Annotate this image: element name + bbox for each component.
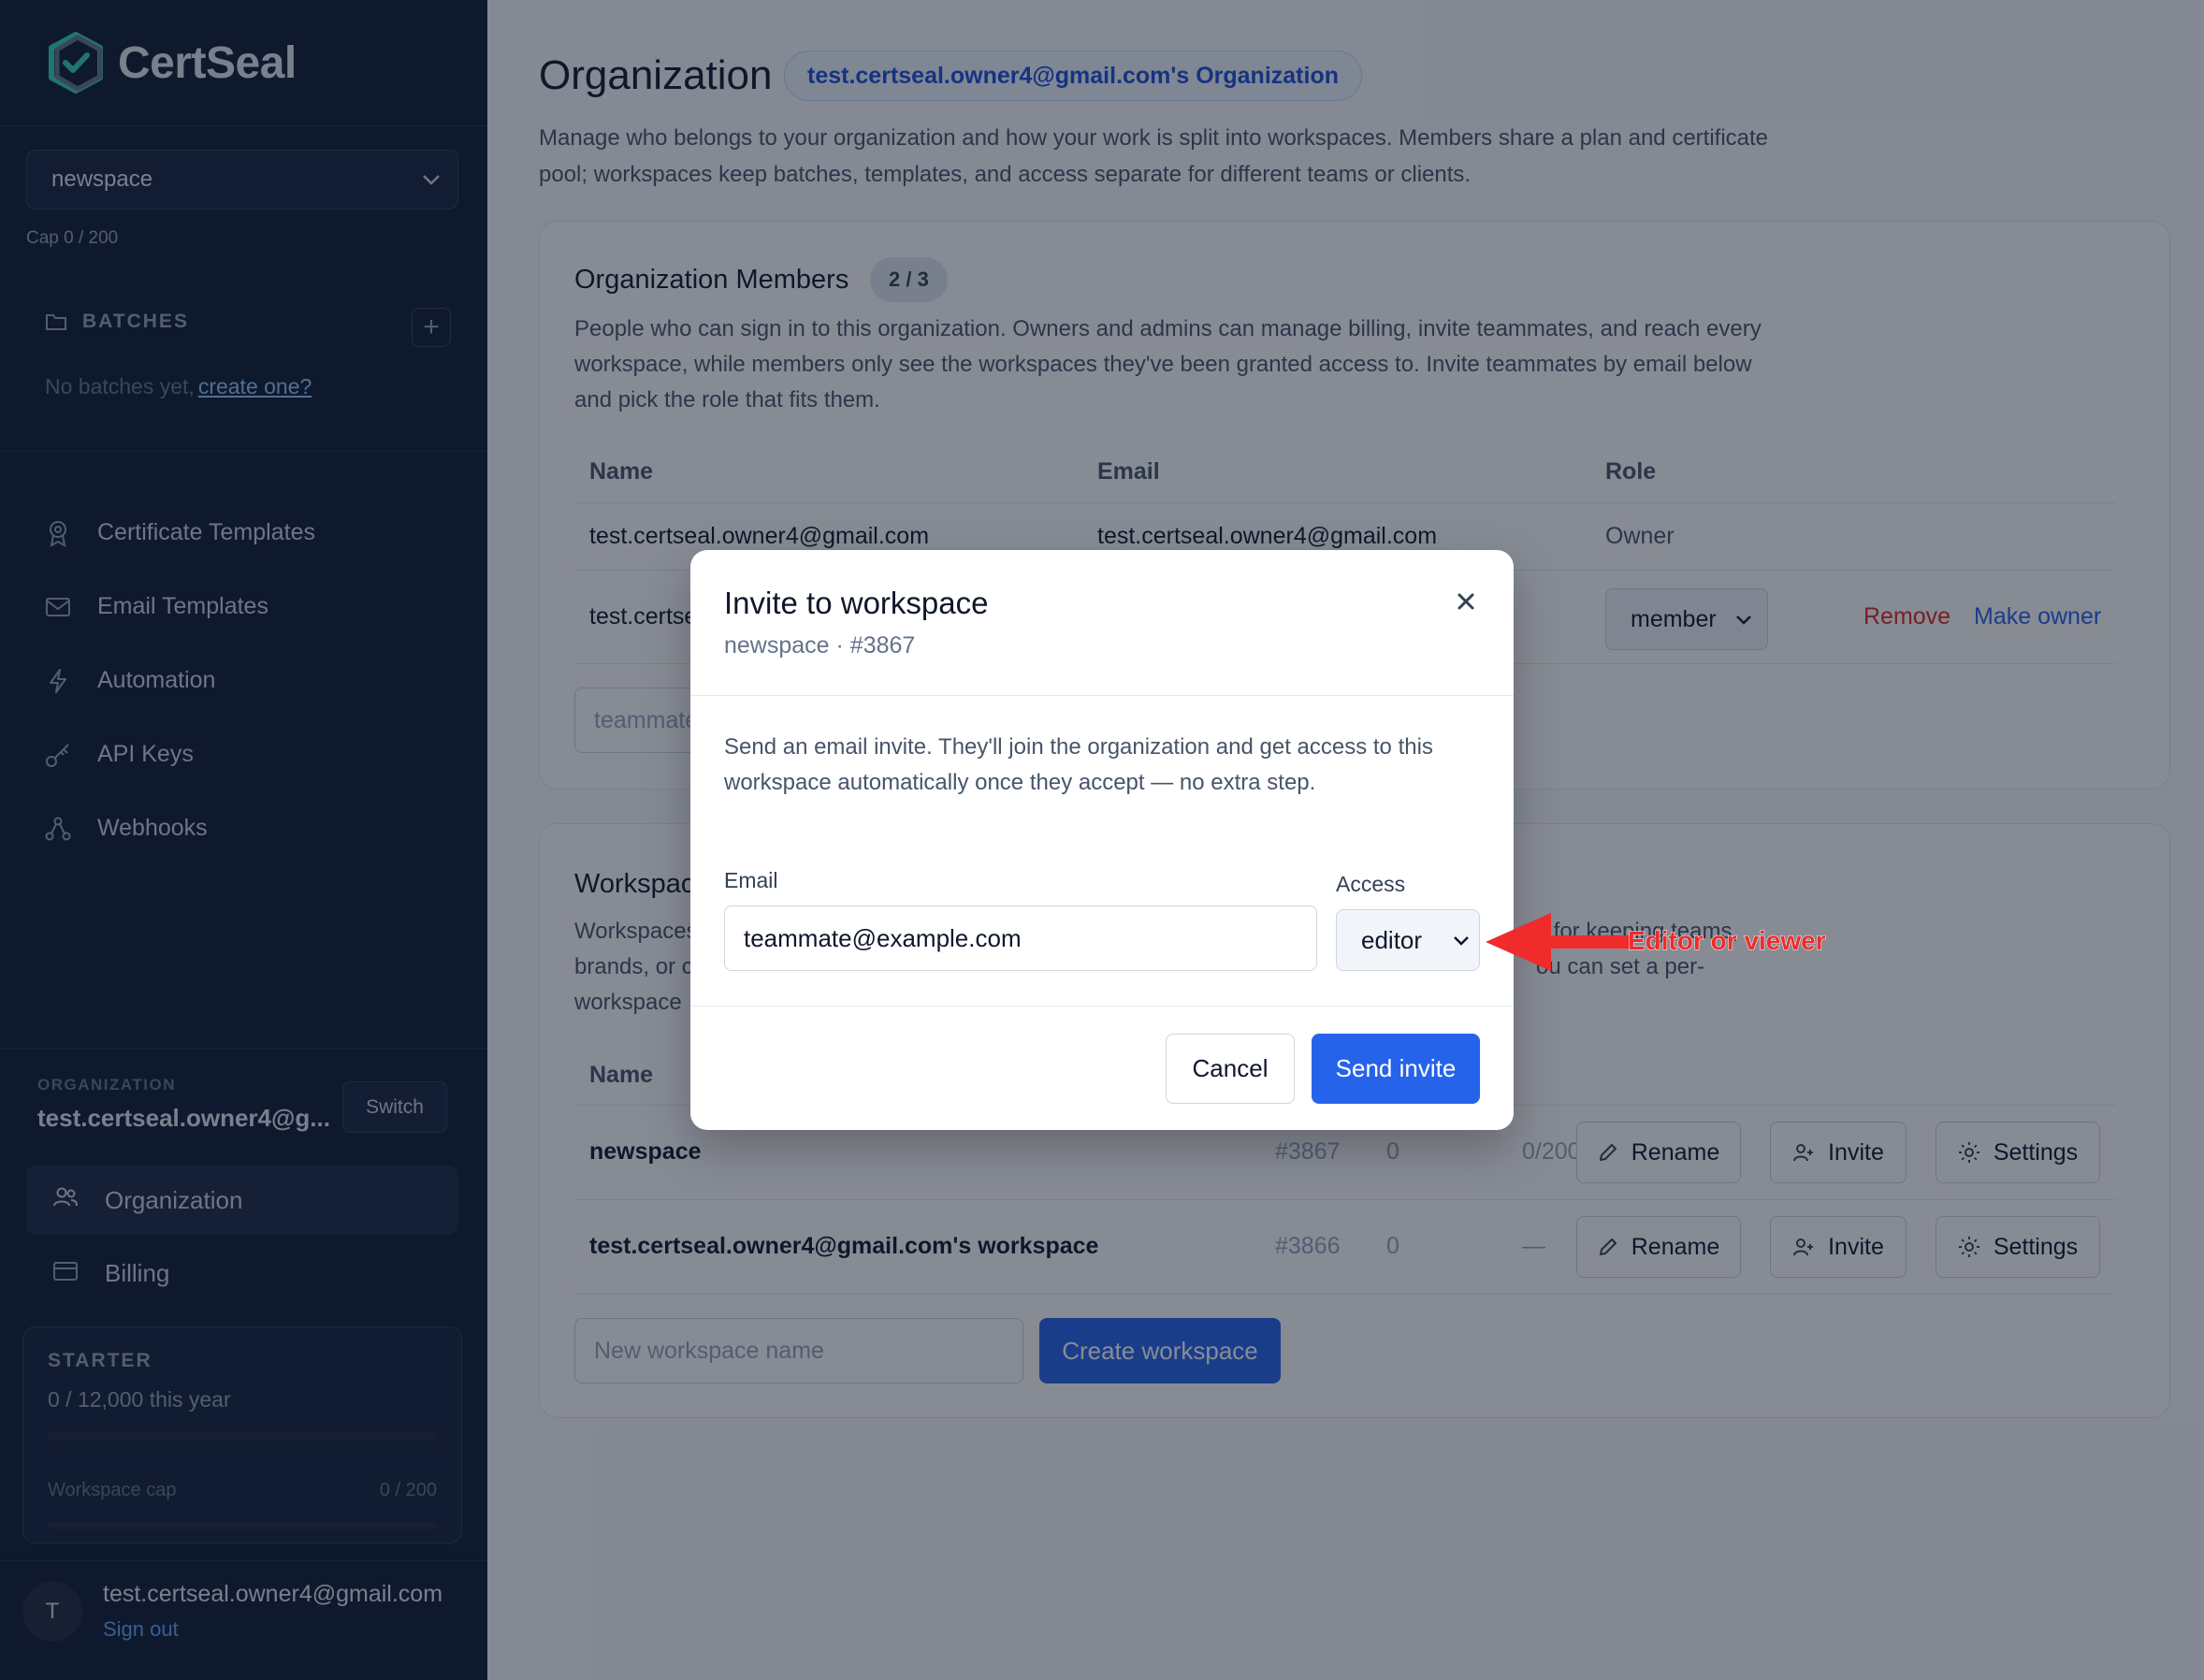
divider (690, 695, 1514, 696)
access-label: Access (1336, 872, 1406, 896)
annotation-label: Editor or viewer (1628, 926, 1827, 956)
chevron-down-icon (1454, 935, 1469, 946)
divider (690, 1006, 1514, 1007)
modal-subtitle: newspace · #3867 (724, 632, 916, 659)
cancel-button[interactable]: Cancel (1166, 1034, 1295, 1104)
modal-description: Send an email invite. They'll join the o… (724, 734, 1433, 795)
email-label: Email (724, 868, 778, 892)
close-button[interactable] (1452, 587, 1480, 616)
access-select[interactable]: editor (1336, 909, 1480, 971)
access-select-value: editor (1361, 925, 1423, 954)
arrow-annotation-icon (1486, 913, 1631, 971)
invite-modal: Invite to workspace newspace · #3867 Sen… (690, 550, 1514, 1130)
modal-title: Invite to workspace (724, 586, 989, 620)
email-field[interactable]: teammate@example.com (724, 905, 1317, 971)
send-invite-button[interactable]: Send invite (1312, 1034, 1480, 1104)
close-icon (1457, 593, 1474, 610)
